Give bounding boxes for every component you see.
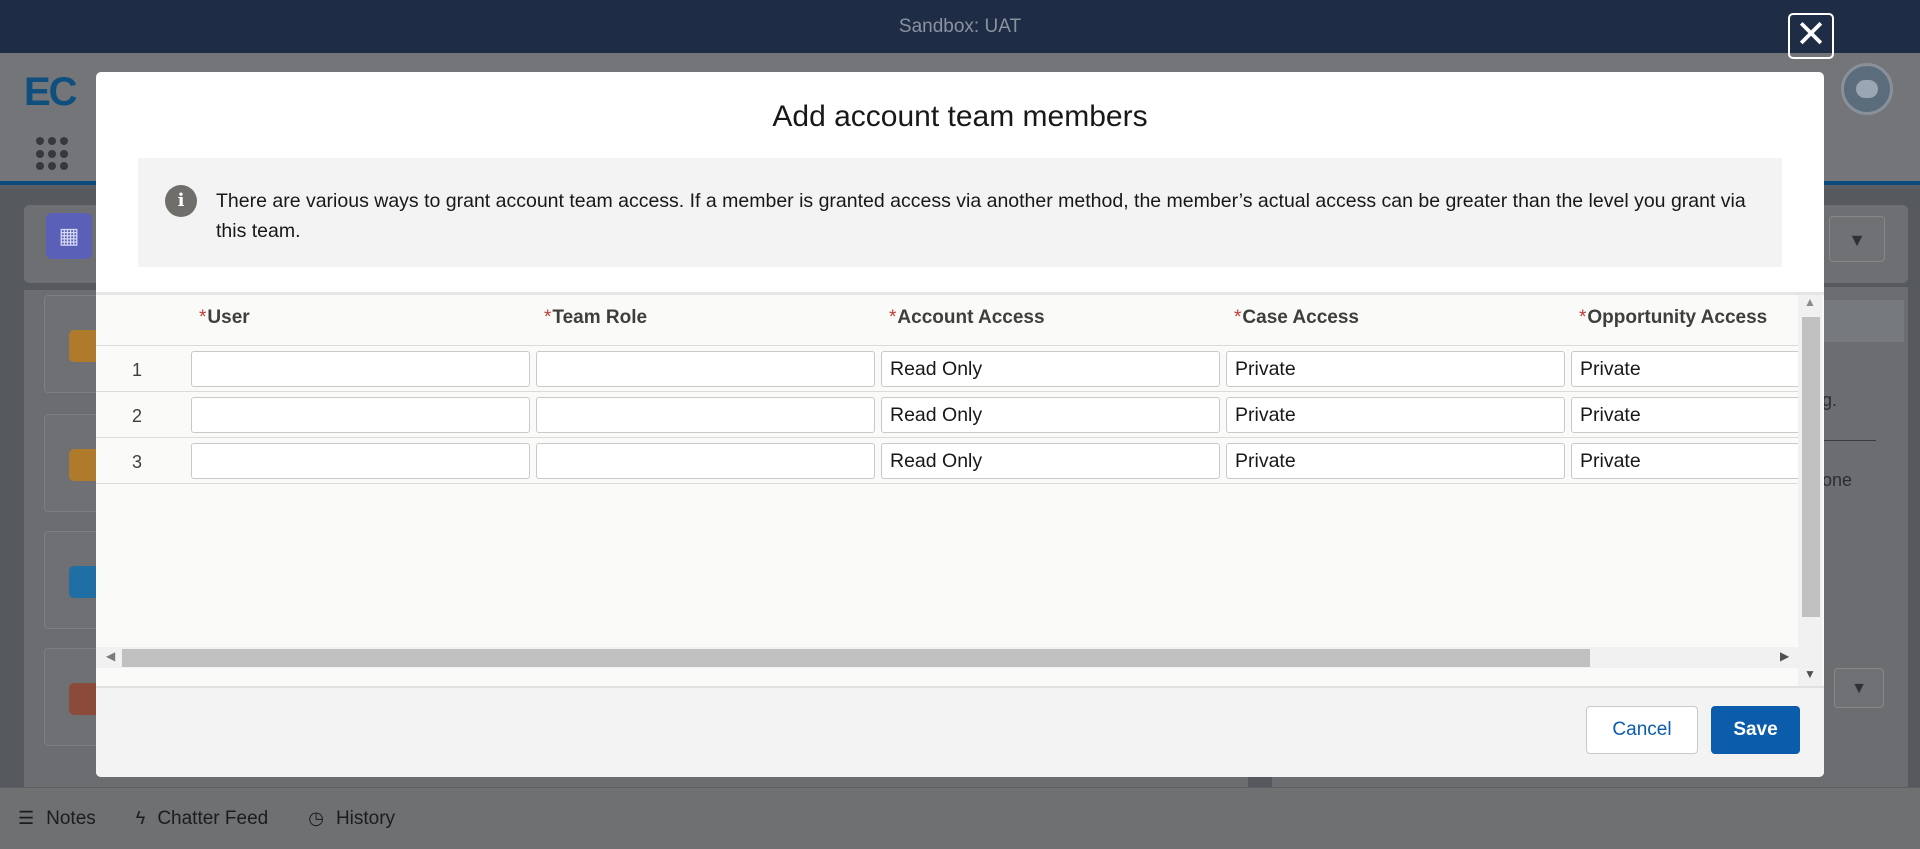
cancel-button[interactable]: Cancel — [1586, 706, 1698, 754]
account-object-icon: ▦ — [46, 213, 92, 259]
table-row: 2 Read Only Private Private — [96, 392, 1798, 438]
modal-footer: Cancel Save — [96, 688, 1824, 777]
team-role-field[interactable] — [536, 351, 875, 387]
scroll-left-icon[interactable]: ◀ — [106, 649, 115, 663]
record-actions-dropdown-icon[interactable]: ▼ — [1829, 216, 1885, 262]
required-marker: * — [889, 307, 897, 328]
notes-icon: ☰ — [18, 808, 35, 828]
opportunity-access-field[interactable]: Private — [1571, 351, 1798, 387]
account-access-field[interactable]: Read Only — [881, 443, 1220, 479]
opportunity-access-field[interactable]: Private — [1571, 397, 1798, 433]
right-panel-text: one — [1822, 470, 1853, 490]
utility-history[interactable]: ◷ History — [308, 808, 395, 830]
save-button[interactable]: Save — [1711, 706, 1800, 754]
team-role-field[interactable] — [536, 397, 875, 433]
modal-title: Add account team members — [772, 100, 1148, 133]
case-access-field[interactable]: Private — [1226, 351, 1565, 387]
info-notice: i There are various ways to grant accoun… — [138, 158, 1782, 267]
user-field[interactable] — [191, 351, 530, 387]
utility-bar: ☰ Notes ϟ Chatter Feed ◷ History — [0, 787, 1920, 849]
column-header-opportunity-access: *Opportunity Access — [1579, 307, 1768, 328]
info-icon: i — [165, 185, 197, 217]
utility-label: Chatter Feed — [157, 807, 269, 829]
add-team-members-modal: Add account team members i There are var… — [96, 72, 1824, 777]
case-access-field[interactable]: Private — [1226, 397, 1565, 433]
app-logo: EC — [24, 70, 78, 114]
right-panel-text: g. — [1822, 390, 1838, 410]
vertical-scroll-thumb[interactable] — [1802, 317, 1820, 617]
account-access-field[interactable]: Read Only — [881, 397, 1220, 433]
panel-dropdown-icon[interactable]: ▼ — [1834, 668, 1884, 708]
team-role-field[interactable] — [536, 443, 875, 479]
scroll-up-icon[interactable]: ▲ — [1804, 295, 1816, 309]
required-marker: * — [544, 307, 552, 328]
required-marker: * — [1234, 307, 1242, 328]
team-members-table: *User *Team Role *Account Access *Case A… — [96, 292, 1824, 689]
user-avatar[interactable] — [1841, 63, 1893, 115]
close-icon: ✕ — [1795, 14, 1827, 56]
clock-icon: ◷ — [308, 808, 324, 828]
row-number: 3 — [132, 452, 143, 472]
utility-label: History — [335, 807, 396, 829]
account-access-field[interactable]: Read Only — [881, 351, 1220, 387]
user-field[interactable] — [191, 397, 530, 433]
vertical-scrollbar[interactable]: ▲ ▼ — [1798, 295, 1822, 689]
horizontal-scrollbar[interactable]: ◀ ▶ — [96, 647, 1798, 668]
utility-label: Notes — [46, 807, 96, 829]
close-modal-button[interactable]: ✕ — [1788, 13, 1834, 59]
required-marker: * — [199, 307, 207, 328]
case-access-field[interactable]: Private — [1226, 443, 1565, 479]
required-marker: * — [1579, 307, 1587, 328]
column-header-user: *User — [199, 307, 250, 328]
utility-notes[interactable]: ☰ Notes — [18, 808, 96, 830]
right-panel-header — [1818, 300, 1904, 342]
user-field[interactable] — [191, 443, 530, 479]
scroll-down-icon[interactable]: ▼ — [1804, 667, 1816, 681]
table-scroll-region: *User *Team Role *Account Access *Case A… — [96, 295, 1798, 647]
opportunity-access-field[interactable]: Private — [1571, 443, 1798, 479]
app-launcher-icon[interactable] — [36, 137, 70, 171]
column-header-case-access: *Case Access — [1234, 307, 1359, 328]
sandbox-banner: Sandbox: UAT — [0, 0, 1920, 53]
column-header-team-role: *Team Role — [544, 307, 648, 328]
scroll-right-icon[interactable]: ▶ — [1780, 649, 1789, 663]
notice-text: There are various ways to grant account … — [216, 190, 1746, 242]
row-number: 1 — [132, 360, 143, 380]
table-row: 1 Read Only Private Private — [96, 346, 1798, 392]
column-header-account-access: *Account Access — [889, 307, 1045, 328]
table-row: 3 Read Only Private Private — [96, 438, 1798, 484]
horizontal-scroll-thumb[interactable] — [122, 649, 1590, 667]
utility-chatter-feed[interactable]: ϟ Chatter Feed — [136, 808, 268, 830]
row-number: 2 — [132, 406, 143, 426]
bolt-icon: ϟ — [135, 808, 146, 828]
